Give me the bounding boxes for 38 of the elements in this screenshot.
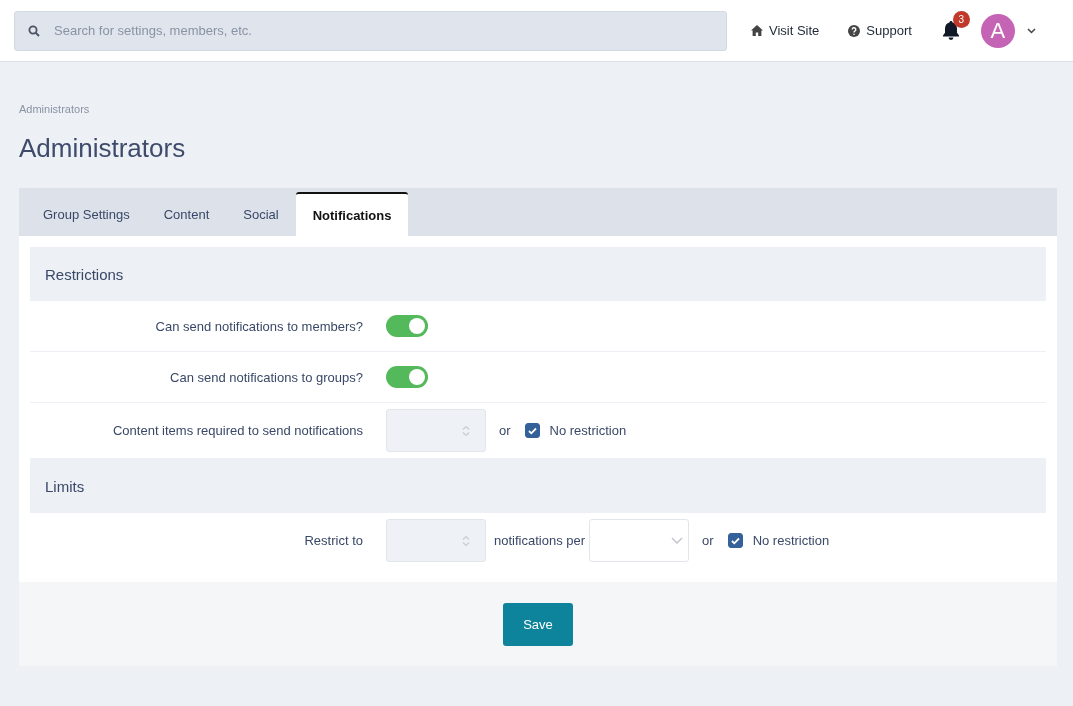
field-label: Can send notifications to groups?	[169, 369, 364, 385]
chevron-down-icon[interactable]	[1026, 27, 1036, 34]
spinner-icon	[462, 534, 470, 547]
checkbox-label: No restriction	[752, 533, 830, 548]
number-input[interactable]	[386, 519, 486, 562]
toggle-switch[interactable]	[386, 366, 428, 388]
header-link[interactable]: Visit Site	[751, 23, 820, 38]
checkmark-icon	[527, 426, 537, 435]
chevron-down-icon	[671, 537, 684, 544]
inline-text: notifications per	[494, 533, 586, 548]
section-title: Limits	[45, 477, 85, 495]
checkbox-label: No restriction	[549, 423, 627, 438]
tab[interactable]: Notifications	[295, 192, 409, 236]
page-title: Administrators	[19, 133, 187, 164]
search-field[interactable]: Search for settings, members, etc.	[14, 10, 727, 51]
header-link[interactable]: Support	[848, 23, 912, 38]
inline-text: or	[702, 533, 714, 548]
field-label: Restrict to	[303, 533, 364, 548]
field-label: Can send notifications to members?	[154, 318, 364, 334]
user-avatar[interactable]: A	[980, 13, 1015, 48]
tab[interactable]: Content	[146, 192, 227, 236]
checkmark-icon	[730, 536, 740, 545]
period-select[interactable]	[589, 519, 690, 562]
bell-icon[interactable]	[940, 20, 961, 41]
spinner-icon	[462, 424, 470, 437]
checkbox[interactable]	[524, 423, 540, 438]
home-icon	[751, 25, 763, 36]
tab[interactable]: Group Settings	[26, 192, 147, 236]
field-label: Content items required to send notifications	[111, 423, 364, 438]
section-title: Restrictions	[45, 265, 124, 283]
notification-count: 3	[952, 11, 970, 28]
help-icon	[848, 24, 861, 37]
number-input[interactable]	[386, 409, 486, 452]
checkbox[interactable]	[727, 533, 743, 548]
inline-text: or	[499, 423, 511, 438]
save-button[interactable]: Save	[503, 602, 573, 646]
tab[interactable]: Social	[226, 192, 296, 236]
toggle-switch[interactable]	[386, 315, 428, 337]
